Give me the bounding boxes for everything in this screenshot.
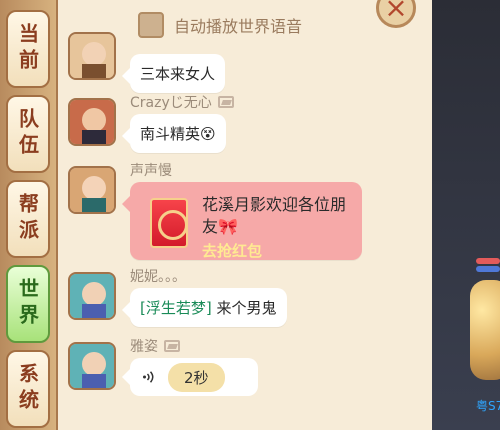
chat-message-area[interactable]: 自动播放世界语音 × 三本来女人 Crazyじ无心 南斗精英😵 声声慢 花溪月影…: [58, 0, 432, 430]
message-text: 三本来女人: [140, 65, 216, 83]
tab-system[interactable]: 系统: [6, 350, 50, 428]
username: 声声慢: [130, 163, 172, 179]
message-text: 来个男鬼: [216, 299, 277, 317]
message-bubble: 三本来女人: [121, 54, 226, 93]
mp-bar: [476, 266, 500, 272]
avatar-image: [70, 274, 114, 318]
chat-window: 当前 队伍 帮派 世界 系统 自动播放世界语音 × 三本来女人 Crazyじ无心…: [0, 0, 432, 430]
avatar[interactable]: [68, 98, 116, 146]
avatar[interactable]: [68, 166, 116, 214]
avatar[interactable]: [68, 272, 116, 320]
message-text: 南斗精英😵: [140, 125, 216, 143]
avatar-image: [70, 100, 114, 144]
message-bubble: 南斗精英😵: [122, 114, 226, 153]
message-bubble: [浮生若梦] 来个男鬼: [122, 288, 287, 327]
auto-play-label: 自动播放世界语音: [174, 17, 303, 36]
avatar[interactable]: [68, 342, 116, 390]
tab-world[interactable]: 世界: [6, 265, 50, 343]
image-icon: [164, 340, 180, 352]
username: 妮妮。。。: [130, 269, 186, 285]
auto-play-checkbox[interactable]: [138, 12, 164, 38]
game-view-strip: 粤S7: [432, 0, 500, 430]
red-packet-bubble[interactable]: 花溪月影欢迎各位朋友🎀 去抢红包: [122, 182, 362, 261]
username: 雅姿: [130, 336, 180, 356]
avatar-image: [70, 34, 114, 78]
chat-channel-tabs: 当前 队伍 帮派 世界 系统: [0, 0, 58, 430]
voice-message[interactable]: 2秒: [122, 358, 258, 396]
guild-tag[interactable]: [浮生若梦]: [140, 299, 212, 317]
voice-icon: [143, 371, 154, 383]
red-packet-text: 花溪月影欢迎各位朋友🎀: [202, 195, 347, 236]
mount-character[interactable]: [470, 280, 500, 380]
server-label: 粤S7: [476, 399, 500, 413]
tab-team[interactable]: 队伍: [6, 95, 50, 173]
avatar-image: [70, 344, 114, 388]
tab-guild[interactable]: 帮派: [6, 180, 50, 258]
avatar[interactable]: [68, 32, 116, 80]
grab-red-packet-link[interactable]: 去抢红包: [202, 240, 350, 261]
image-icon: [217, 96, 234, 108]
username: Crazyじ无心: [130, 92, 234, 112]
voice-duration: 2秒: [168, 362, 225, 392]
tab-current[interactable]: 当前: [6, 10, 50, 88]
close-icon: ×: [384, 0, 408, 24]
hp-bar: [476, 258, 500, 264]
avatar-image: [70, 168, 114, 212]
red-packet-icon: [150, 198, 188, 248]
